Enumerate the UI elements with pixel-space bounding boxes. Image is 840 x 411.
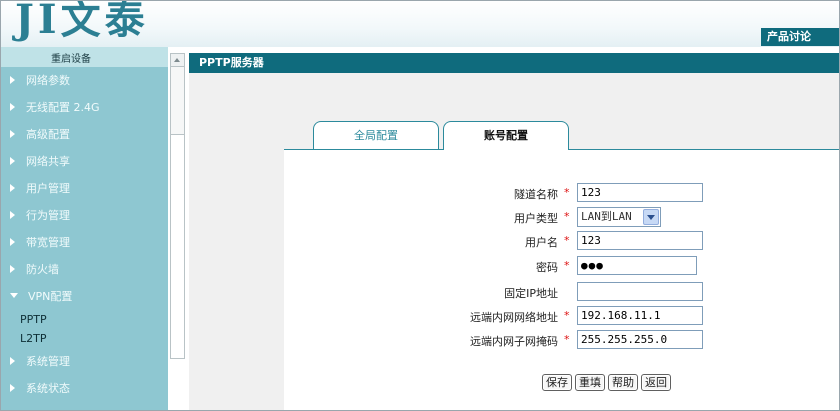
remote-network-label: 远端内网网络地址 [470, 311, 558, 324]
sidebar-item-label: 行为管理 [26, 209, 70, 222]
remote-mask-row: 远端内网子网掩码 * 255.255.255.0 [284, 330, 839, 350]
chevron-down-icon [10, 293, 18, 298]
remote-mask-label: 远端内网子网掩码 [470, 335, 558, 348]
arrow-up-icon [174, 58, 180, 62]
sidebar-item-users[interactable]: 用户管理 [1, 175, 168, 202]
sidebar-item-vpn[interactable]: VPN配置 [1, 283, 168, 310]
chevron-right-icon [10, 384, 15, 392]
sidebar-item-firewall[interactable]: 防火墙 [1, 256, 168, 283]
back-button[interactable]: 返回 [641, 374, 671, 391]
required-mark: * [564, 234, 570, 247]
chevron-down-icon [647, 215, 655, 220]
sidebar-item-label: 带宽管理 [26, 236, 70, 249]
required-mark: * [564, 309, 570, 322]
password-input[interactable]: ●●● [577, 256, 697, 275]
fixed-ip-row: 固定IP地址 [284, 282, 839, 302]
fixed-ip-input[interactable] [577, 282, 703, 301]
save-button[interactable]: 保存 [542, 374, 572, 391]
password-row: 密码 * ●●● [284, 256, 839, 276]
chevron-right-icon [10, 211, 15, 219]
sidebar-item-label: 系统状态 [26, 382, 70, 395]
brand-logo: JI文泰 [15, 0, 149, 43]
chevron-right-icon [10, 130, 15, 138]
sidebar-item-advanced[interactable]: 高级配置 [1, 121, 168, 148]
sidebar-item-label: 网络共享 [26, 155, 70, 168]
dropdown-button[interactable] [643, 209, 659, 225]
scrollbar-thumb[interactable] [171, 134, 184, 358]
tunnel-name-row: 隧道名称 * 123 [284, 183, 839, 203]
sidebar-subitem-l2tp[interactable]: L2TP [1, 329, 168, 348]
chevron-right-icon [10, 184, 15, 192]
help-button[interactable]: 帮助 [608, 374, 638, 391]
chevron-right-icon [10, 238, 15, 246]
page-title: PPTP服务器 [189, 53, 839, 73]
sidebar-item-label: 无线配置 2.4G [26, 101, 100, 114]
remote-mask-input[interactable]: 255.255.255.0 [577, 330, 703, 349]
header: JI文泰 产品讨论 [1, 0, 839, 47]
main-content: 全局配置 账号配置 隧道名称 * 123 用户类型 * LAN到LAN 用户名 … [189, 73, 839, 410]
sidebar-item-restart[interactable]: 重启设备 [1, 47, 168, 67]
reset-button[interactable]: 重填 [575, 374, 605, 391]
sidebar-item-status[interactable]: 系统状态 [1, 375, 168, 402]
sidebar-item-label: VPN配置 [28, 290, 73, 303]
user-type-select[interactable]: LAN到LAN [577, 207, 661, 227]
sidebar-item-label: 防火墙 [26, 263, 59, 276]
scroll-up-button[interactable] [171, 54, 184, 67]
user-type-row: 用户类型 * LAN到LAN [284, 207, 839, 227]
sidebar-item-label: 网络参数 [26, 74, 70, 87]
user-type-label: 用户类型 [514, 212, 558, 225]
required-mark: * [564, 259, 570, 272]
product-forum-link[interactable]: 产品讨论 [761, 28, 839, 46]
chevron-right-icon [10, 157, 15, 165]
remote-network-row: 远端内网网络地址 * 192.168.11.1 [284, 306, 839, 326]
password-label: 密码 [536, 261, 558, 274]
required-mark: * [564, 333, 570, 346]
tunnel-name-label: 隧道名称 [514, 188, 558, 201]
sidebar-item-behavior[interactable]: 行为管理 [1, 202, 168, 229]
account-config-form: 隧道名称 * 123 用户类型 * LAN到LAN 用户名 * 123 密码 * [284, 149, 839, 410]
fixed-ip-label: 固定IP地址 [504, 287, 558, 300]
chevron-right-icon [10, 357, 15, 365]
sidebar-item-sharing[interactable]: 网络共享 [1, 148, 168, 175]
user-type-value: LAN到LAN [581, 210, 632, 223]
sidebar-item-wireless[interactable]: 无线配置 2.4G [1, 94, 168, 121]
sidebar-item-label: 用户管理 [26, 182, 70, 195]
chevron-right-icon [10, 103, 15, 111]
required-mark: * [564, 186, 570, 199]
tunnel-name-input[interactable]: 123 [577, 183, 703, 202]
username-label: 用户名 [525, 236, 558, 249]
chevron-right-icon [10, 265, 15, 273]
tab-account-config[interactable]: 账号配置 [443, 121, 569, 150]
chevron-right-icon [10, 76, 15, 84]
sidebar-item-label: 重启设备 [51, 54, 91, 65]
sidebar-scrollbar[interactable] [170, 53, 185, 359]
username-input[interactable]: 123 [577, 231, 703, 250]
sidebar-item-label: 高级配置 [26, 128, 70, 141]
tab-global-config[interactable]: 全局配置 [313, 121, 439, 149]
sidebar-item-network[interactable]: 网络参数 [1, 67, 168, 94]
remote-network-input[interactable]: 192.168.11.1 [577, 306, 703, 325]
sidebar-nav: 重启设备 网络参数 无线配置 2.4G 高级配置 网络共享 用户管理 行为管理 … [1, 47, 168, 410]
username-row: 用户名 * 123 [284, 231, 839, 251]
form-actions: 保存 重填 帮助 返回 [542, 374, 674, 391]
sidebar-subitem-pptp[interactable]: PPTP [1, 310, 168, 329]
sidebar-item-label: 系统管理 [26, 355, 70, 368]
sidebar-item-bandwidth[interactable]: 带宽管理 [1, 229, 168, 256]
app-frame: JI文泰 产品讨论 重启设备 网络参数 无线配置 2.4G 高级配置 网络共享 … [0, 0, 840, 411]
required-mark: * [564, 210, 570, 223]
sidebar-item-system[interactable]: 系统管理 [1, 348, 168, 375]
